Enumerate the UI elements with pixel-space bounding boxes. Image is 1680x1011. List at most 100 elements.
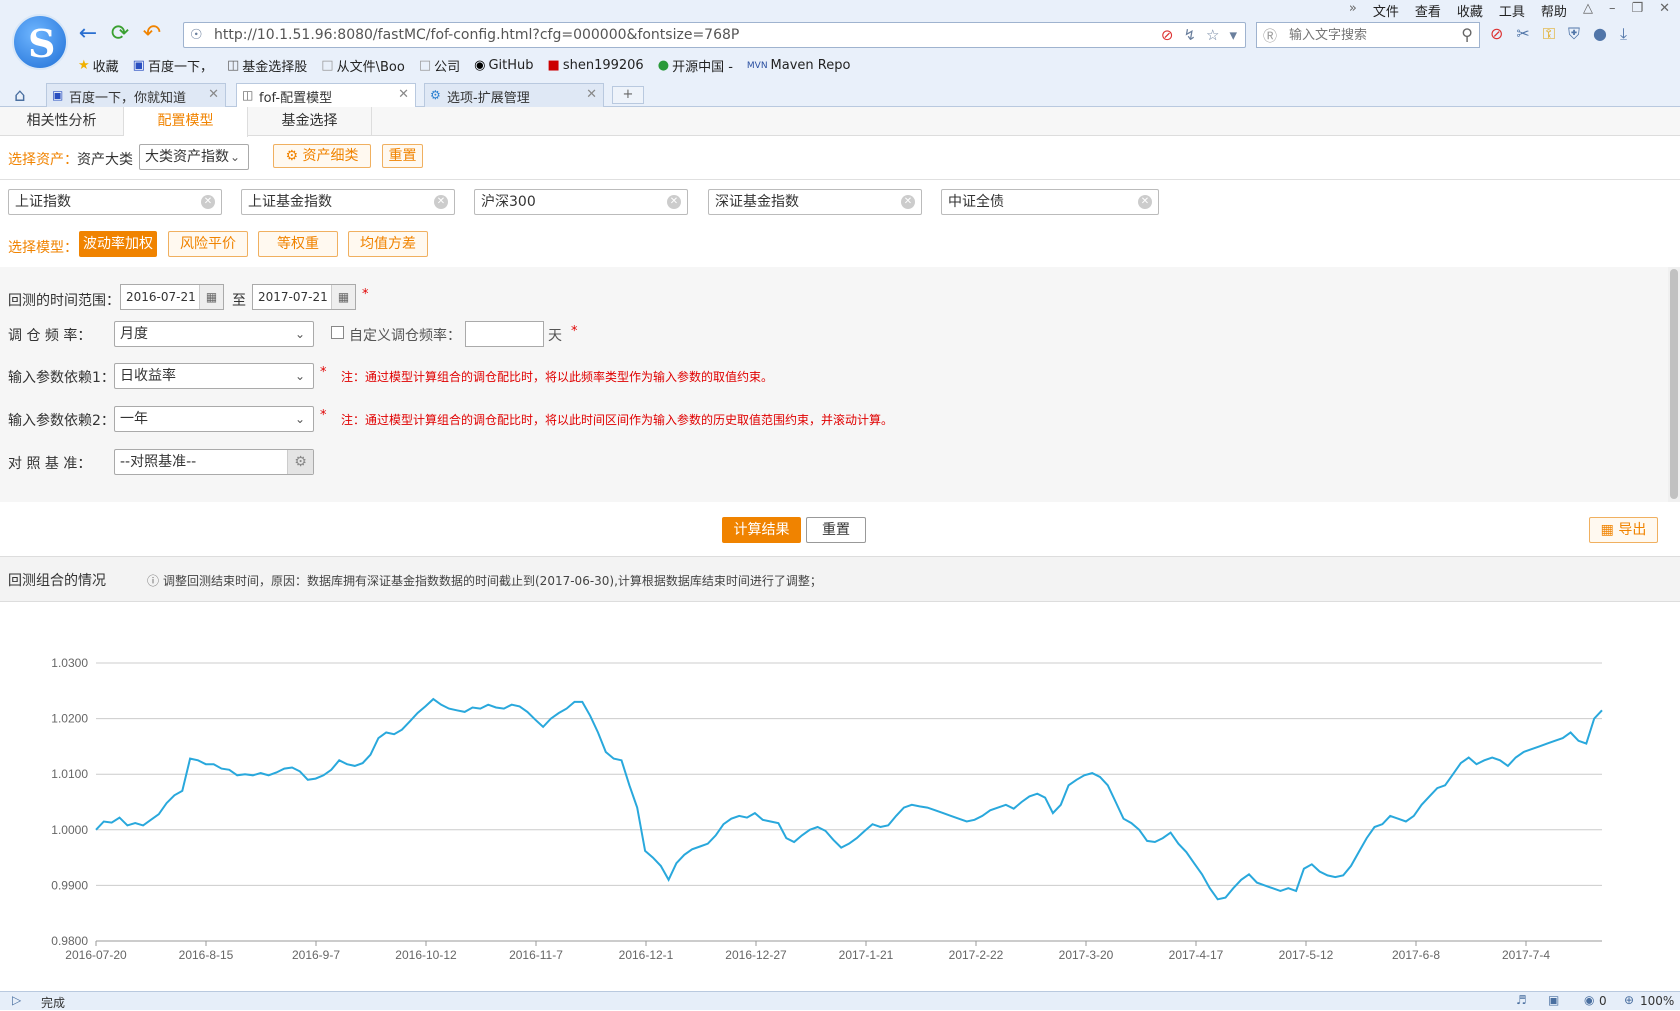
menu-view[interactable]: 查看 <box>1415 1 1441 20</box>
asset-item[interactable]: 深证基金指数 ✕ <box>708 189 922 215</box>
adblock-icon[interactable]: ⊘ <box>1490 24 1503 44</box>
custom-freq-checkbox[interactable] <box>331 326 344 339</box>
remove-icon[interactable]: ✕ <box>901 195 915 209</box>
custom-freq-input[interactable] <box>465 321 544 347</box>
tab-baidu[interactable]: ▣ 百度一下，你就知道 ✕ <box>46 83 226 107</box>
back-icon[interactable]: ← <box>76 22 100 46</box>
required-mark: * <box>320 365 327 380</box>
model-mean-variance[interactable]: 均值方差 <box>348 231 428 257</box>
screenshot-icon[interactable]: ▣ <box>1548 993 1559 1007</box>
menu-tools[interactable]: 工具 <box>1499 1 1525 20</box>
shield-icon[interactable]: ⛨ <box>1568 24 1580 44</box>
search-box[interactable]: Ⓡ ⚲ <box>1256 22 1480 48</box>
dropdown-icon[interactable]: ▾ <box>1229 26 1237 44</box>
bookmark-folder-file[interactable]: □ 从文件\Boo <box>321 56 405 75</box>
asset-category-select[interactable]: 大类资产指数 ⌄ <box>139 144 249 170</box>
more-icon[interactable]: » <box>1349 1 1357 20</box>
param1-select[interactable]: 日收益率 ⌄ <box>114 363 314 389</box>
result-header: 回测组合的情况 ⓘ 调整回测结束时间，原因：数据库拥有深证基金指数数据的时间截止… <box>0 556 1680 602</box>
to-label: 至 <box>232 293 246 309</box>
status-bar: ▷ 完成 ♬ ▣ ◉ 0 ⊕ 100% <box>0 991 1680 1010</box>
restore-icon[interactable]: ❐ <box>1631 1 1643 20</box>
chat-icon[interactable]: ● <box>1593 24 1607 44</box>
refresh-icon[interactable]: ⟳ <box>108 22 132 46</box>
minimize-icon[interactable]: – <box>1609 1 1616 20</box>
bookmark-oschina[interactable]: ● 开源中国 - <box>658 56 733 75</box>
bookmark-fund[interactable]: ◫ 基金选择股 <box>227 56 307 75</box>
asset-item[interactable]: 上证指数 ✕ <box>8 189 222 215</box>
lightning-icon[interactable]: ↯ <box>1183 26 1196 44</box>
bookmark-favorites[interactable]: ★ 收藏 <box>78 56 119 75</box>
adblock-status-icon[interactable]: ◉ <box>1584 993 1594 1007</box>
sidebar-toggle-icon[interactable]: ▷ <box>12 993 21 1007</box>
undo-icon[interactable]: ↶ <box>140 22 164 46</box>
remove-icon[interactable]: ✕ <box>201 195 215 209</box>
model-volatility-weight[interactable]: 波动率加权 <box>79 231 157 257</box>
tab-config-model[interactable]: 配置模型 <box>124 107 248 137</box>
folder-icon: □ <box>321 58 334 73</box>
menu-favorites[interactable]: 收藏 <box>1457 1 1483 20</box>
bookmark-maven[interactable]: MVN Maven Repo <box>747 56 851 75</box>
calendar-icon[interactable]: ▦ <box>199 285 223 309</box>
zoom-level[interactable]: 100% <box>1640 994 1674 1008</box>
home-icon[interactable]: ⌂ <box>14 85 25 106</box>
calendar-icon[interactable]: ▦ <box>331 285 355 309</box>
search-input[interactable] <box>1289 26 1439 44</box>
asset-item[interactable]: 沪深300 ✕ <box>474 189 688 215</box>
end-date-input[interactable]: 2017-07-21 ▦ <box>252 284 356 310</box>
close-window-icon[interactable]: ✕ <box>1659 1 1670 20</box>
tab-extensions[interactable]: ⚙ 选项-扩展管理 ✕ <box>424 83 604 107</box>
zoom-icon[interactable]: ⊕ <box>1624 993 1634 1007</box>
tab-correlation[interactable]: 相关性分析 <box>0 107 124 136</box>
asset-reset-button[interactable]: 重置 <box>382 144 423 168</box>
url-text[interactable]: http://10.1.51.96:8080/fastMC/fof-config… <box>214 27 739 43</box>
menu-file[interactable]: 文件 <box>1373 1 1399 20</box>
remove-icon[interactable]: ✕ <box>667 195 681 209</box>
download-icon[interactable]: ⤓ <box>1620 24 1627 44</box>
asset-item[interactable]: 上证基金指数 ✕ <box>241 189 455 215</box>
export-button[interactable]: ▦ 导出 <box>1589 517 1658 543</box>
bookmark-baidu[interactable]: ▣ 百度一下， <box>133 56 213 75</box>
benchmark-input[interactable]: --对照基准-- ⚙ <box>114 449 314 475</box>
folder-icon: □ <box>418 58 432 73</box>
gear-icon[interactable]: ⚙ <box>287 450 313 474</box>
search-engine-icon[interactable]: Ⓡ <box>1263 26 1277 46</box>
chevron-down-icon: ⌄ <box>294 369 305 383</box>
scissors-icon[interactable]: ✂ <box>1516 24 1529 44</box>
freq-select[interactable]: 月度 ⌄ <box>114 321 314 347</box>
tab-fund-select[interactable]: 基金选择 <box>248 107 372 136</box>
address-bar[interactable]: ☉ http://10.1.51.96:8080/fastMC/fof-conf… <box>183 22 1246 48</box>
new-tab-button[interactable]: + <box>612 86 644 104</box>
divider <box>0 179 1680 180</box>
baidu-icon: ▣ <box>52 88 64 102</box>
param2-select[interactable]: 一年 ⌄ <box>114 406 314 432</box>
calculate-button[interactable]: 计算结果 <box>722 517 801 543</box>
asset-detail-button[interactable]: ⚙ 资产细类 <box>273 144 371 168</box>
close-tab-icon[interactable]: ✕ <box>586 87 597 102</box>
model-risk-parity[interactable]: 风险平价 <box>168 231 248 257</box>
tab-fof-config[interactable]: ◫ fof-配置模型 ✕ <box>236 83 416 108</box>
close-tab-icon[interactable]: ✕ <box>208 87 219 102</box>
close-tab-icon[interactable]: ✕ <box>398 87 409 102</box>
start-date-input[interactable]: 2016-07-21 ▦ <box>120 284 224 310</box>
bookmark-github[interactable]: ◉ GitHub <box>474 56 533 75</box>
key-icon[interactable]: ⚿ <box>1543 24 1555 44</box>
sound-icon[interactable]: ♬ <box>1516 993 1527 1007</box>
block-icon[interactable]: ⊘ <box>1161 26 1174 44</box>
remove-icon[interactable]: ✕ <box>1138 195 1152 209</box>
gear-icon: ⚙ <box>430 88 441 102</box>
search-icon[interactable]: ⚲ <box>1461 25 1473 44</box>
scrollbar[interactable] <box>1668 267 1680 502</box>
asset-item[interactable]: 中证全债 ✕ <box>941 189 1159 215</box>
scroll-thumb[interactable] <box>1670 269 1678 499</box>
bookmark-csdn[interactable]: ■ shen199206 <box>548 56 644 75</box>
star-icon[interactable]: ☆ <box>1206 26 1219 44</box>
oschina-icon: ● <box>657 58 670 73</box>
parameter-form: 回测的时间范围： 2016-07-21 ▦ 至 2017-07-21 ▦ * 调… <box>0 267 1668 502</box>
skin-icon[interactable]: △ <box>1583 1 1593 20</box>
menu-help[interactable]: 帮助 <box>1541 1 1567 20</box>
model-equal-weight[interactable]: 等权重 <box>258 231 338 257</box>
reset-button[interactable]: 重置 <box>806 517 866 543</box>
bookmark-folder-company[interactable]: □ 公司 <box>419 56 460 75</box>
remove-icon[interactable]: ✕ <box>434 195 448 209</box>
